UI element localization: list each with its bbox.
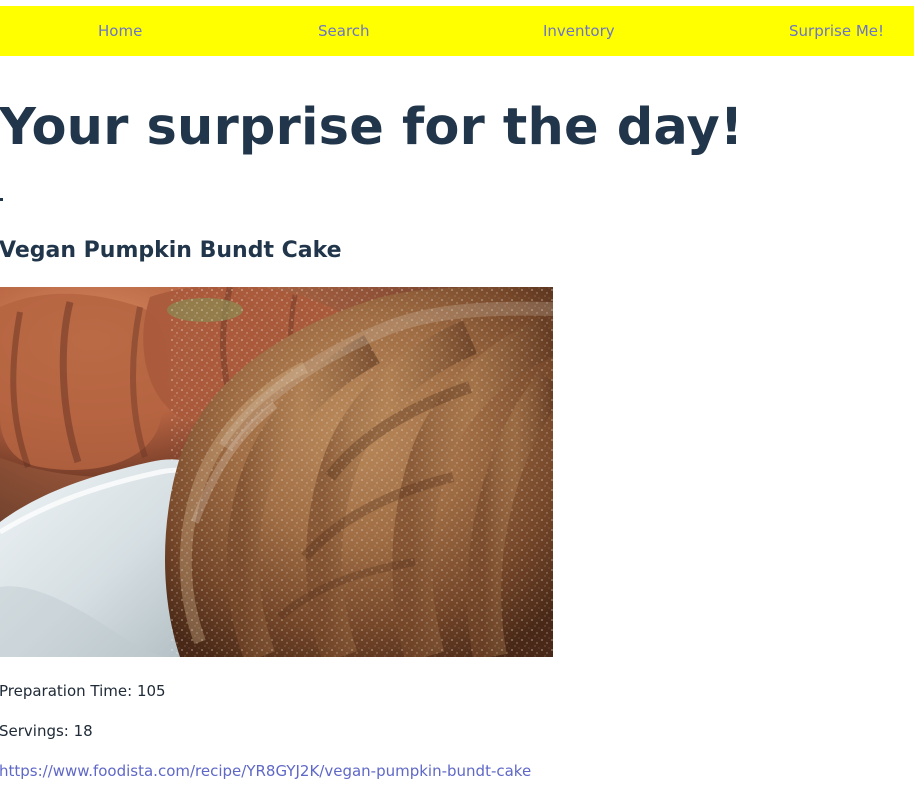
recipe-image [0, 287, 553, 657]
recipe-source-link[interactable]: https://www.foodista.com/recipe/YR8GYJ2K… [0, 761, 531, 781]
recipe-title: Vegan Pumpkin Bundt Cake [0, 238, 342, 263]
nav-surprise-me-link[interactable]: Surprise Me! [789, 6, 884, 56]
preparation-time: Preparation Time: 105 [0, 682, 166, 700]
servings: Servings: 18 [0, 722, 93, 740]
nav-search-link[interactable]: Search [318, 6, 370, 56]
top-navigation: Home Search Inventory Surprise Me! [0, 6, 914, 56]
page-title: Your surprise for the day! [0, 98, 744, 157]
pumpkin-bundt-cake-image [0, 287, 553, 657]
decorative-dot [0, 198, 3, 201]
nav-home-link[interactable]: Home [98, 6, 142, 56]
nav-inventory-link[interactable]: Inventory [543, 6, 615, 56]
